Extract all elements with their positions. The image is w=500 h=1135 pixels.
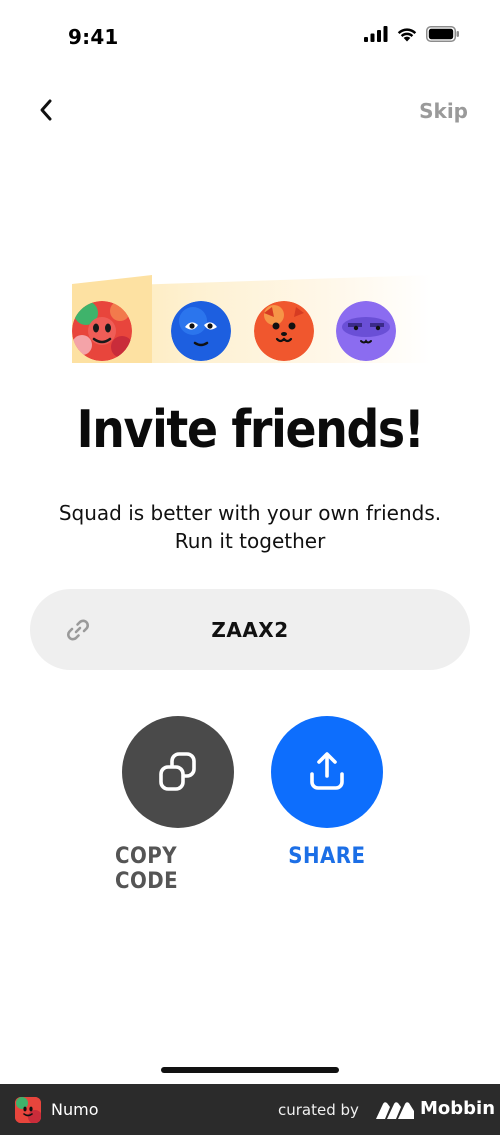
share-icon bbox=[310, 752, 344, 790]
copy-code-circle[interactable] bbox=[122, 716, 234, 828]
status-bar: 9:41 bbox=[0, 0, 500, 72]
share-circle[interactable] bbox=[271, 716, 383, 828]
status-time: 9:41 bbox=[68, 25, 119, 49]
footer-bar: Numo curated by Mobbin bbox=[0, 1084, 500, 1135]
footer-curated-by: curated by bbox=[278, 1101, 359, 1119]
blue-avatar bbox=[171, 301, 231, 361]
mobbin-logo-icon bbox=[376, 1102, 414, 1119]
red-avatar bbox=[72, 301, 132, 361]
wifi-icon bbox=[397, 28, 417, 42]
footer-brand: Mobbin bbox=[420, 1098, 496, 1119]
purple-avatar bbox=[336, 301, 396, 361]
status-icons bbox=[364, 26, 460, 42]
copy-code-label: COPY CODE bbox=[115, 844, 179, 894]
copy-code-button[interactable]: COPY CODE bbox=[108, 716, 248, 894]
invite-code-value: ZAAX2 bbox=[211, 617, 289, 642]
invite-code-field[interactable]: ZAAX2 bbox=[30, 589, 470, 670]
hero-illustration bbox=[72, 245, 432, 370]
copy-icon bbox=[159, 752, 196, 791]
cellular-signal-icon bbox=[364, 26, 388, 42]
share-button[interactable]: SHARE bbox=[257, 716, 397, 869]
skip-button[interactable]: Skip bbox=[419, 99, 468, 123]
home-indicator bbox=[161, 1067, 339, 1073]
page-subtitle: Squad is better with your own friends. R… bbox=[58, 501, 442, 553]
footer-app-name: Numo bbox=[51, 1100, 99, 1119]
chevron-left-icon bbox=[40, 99, 52, 121]
numo-app-icon bbox=[15, 1097, 41, 1123]
share-label: SHARE bbox=[288, 844, 366, 869]
back-button[interactable] bbox=[32, 96, 60, 124]
orange-avatar bbox=[254, 301, 314, 361]
page-title: Invite friends! bbox=[76, 400, 425, 460]
battery-icon bbox=[426, 26, 459, 42]
